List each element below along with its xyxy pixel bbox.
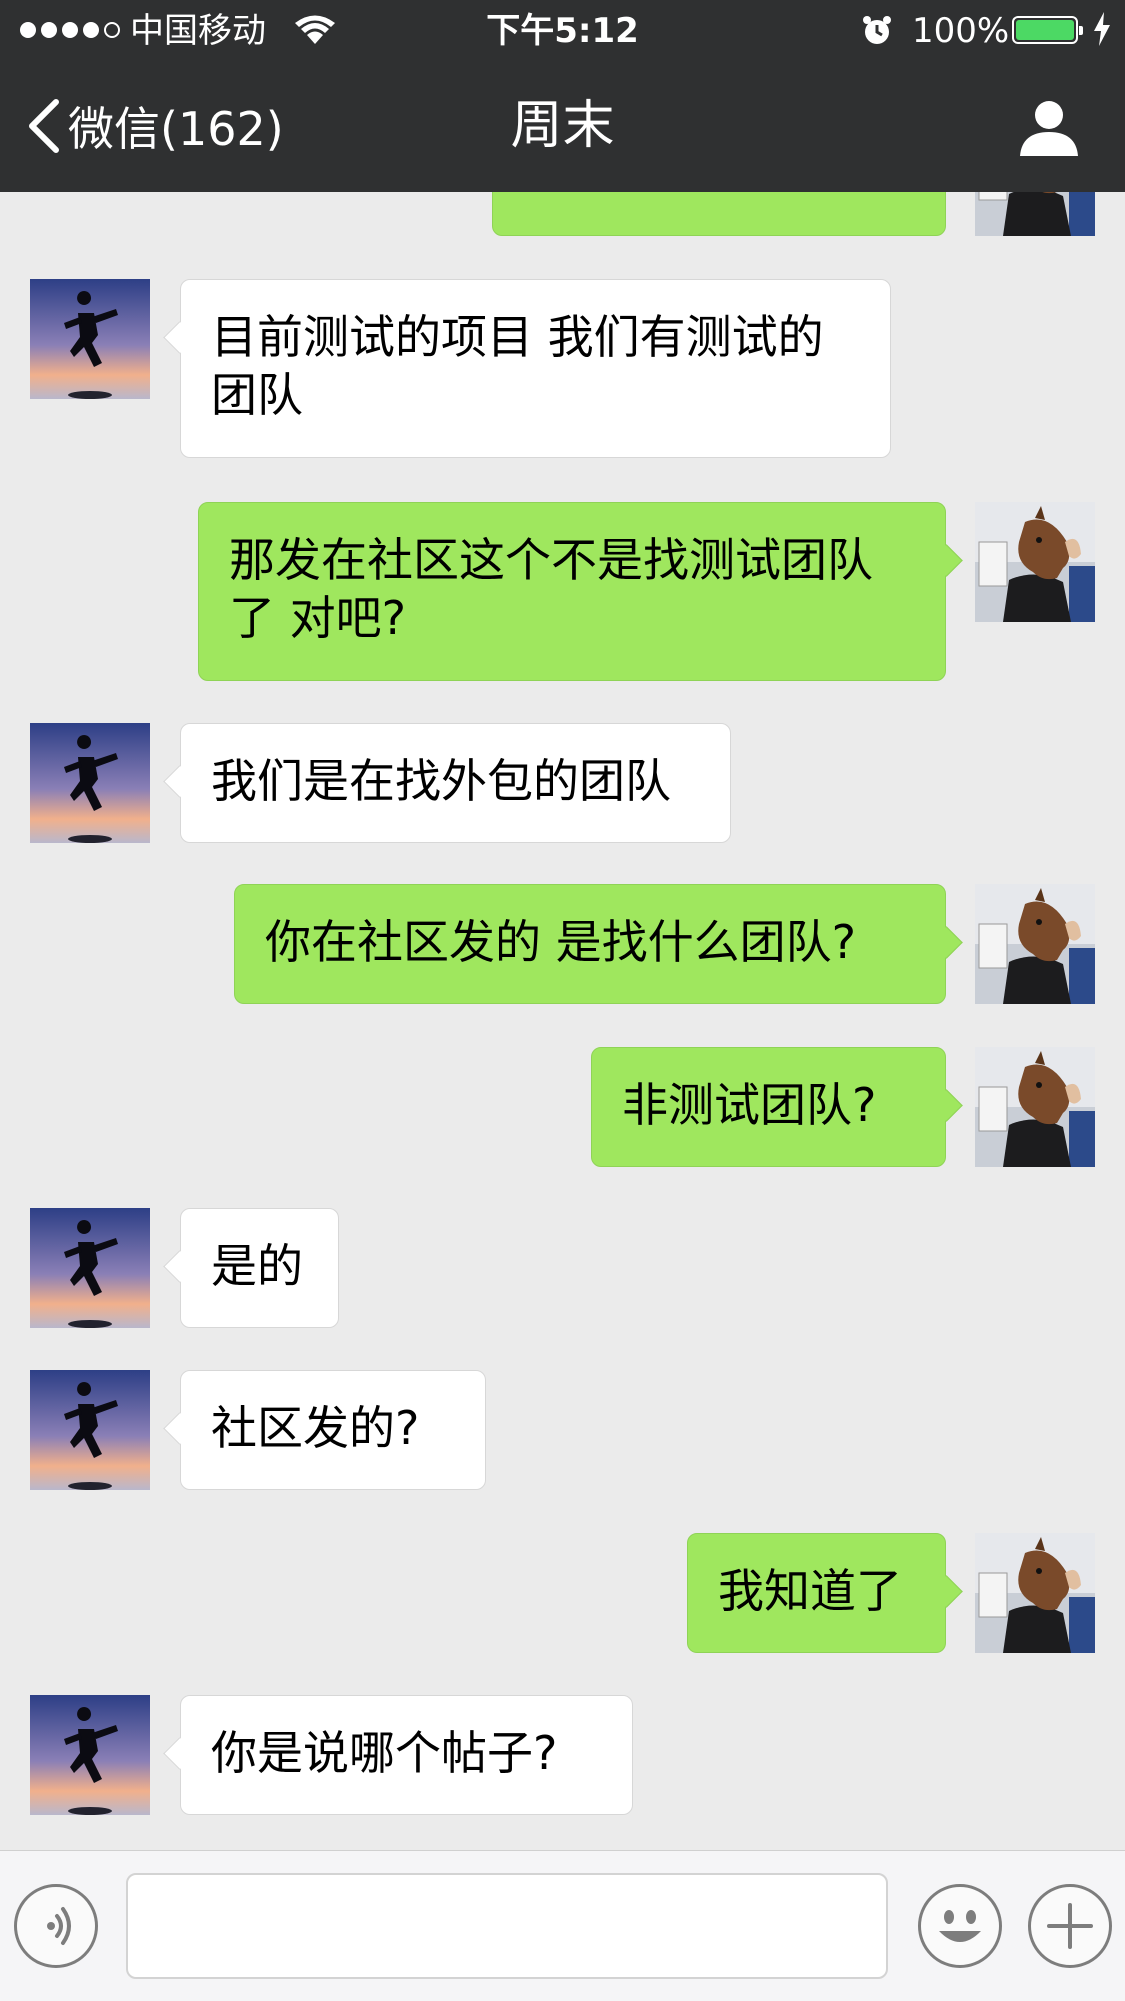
chat-area[interactable]: 我是在社区的帖子说 [0, 0, 1125, 1850]
horse-mask-avatar-icon [975, 502, 1095, 622]
message-bubble-outgoing[interactable]: 你在社区发的 是找什么团队? [234, 884, 946, 1004]
jumping-person-avatar-icon [30, 1208, 150, 1328]
message-input[interactable] [126, 1873, 888, 1979]
message-bubble-incoming[interactable]: 你是说哪个帖子? [180, 1695, 633, 1815]
person-icon [1020, 101, 1078, 156]
jumping-person-avatar-icon [30, 1370, 150, 1490]
message-bubble-incoming[interactable]: 社区发的? [180, 1370, 486, 1490]
message-bubble-outgoing[interactable]: 我知道了 [687, 1533, 946, 1653]
voice-icon [47, 1907, 71, 1945]
message-bubble-incoming[interactable]: 目前测试的项目 我们有测试的团队 [180, 279, 891, 458]
avatar-self[interactable] [975, 884, 1095, 1004]
input-bar [0, 1850, 1125, 2001]
avatar-contact[interactable] [30, 1695, 150, 1815]
avatar-self[interactable] [975, 1047, 1095, 1167]
message-bubble-incoming[interactable]: 我们是在找外包的团队 [180, 723, 731, 843]
alarm-clock-icon [863, 16, 891, 44]
charging-bolt-icon [1094, 12, 1110, 46]
jumping-person-avatar-icon [30, 723, 150, 843]
chat-title: 周末 [510, 96, 615, 156]
nav-bar: 微信(162) 周末 [0, 62, 1125, 192]
status-bar: 中国移动 下午5:12 100% [0, 0, 1125, 62]
jumping-person-avatar-icon [30, 1695, 150, 1815]
more-options-button[interactable] [1028, 1884, 1112, 1968]
battery-percent: 100% [912, 11, 1010, 51]
battery-icon [1012, 16, 1083, 44]
top-bar: 中国移动 下午5:12 100% 微信(162) 周末 [0, 0, 1125, 192]
avatar-self[interactable] [975, 502, 1095, 622]
plus-icon [1047, 1903, 1093, 1949]
message-bubble-outgoing[interactable]: 非测试团队? [591, 1047, 946, 1167]
emoji-button[interactable] [918, 1884, 1002, 1968]
avatar-contact[interactable] [30, 723, 150, 843]
chat-info-button[interactable] [1018, 96, 1080, 158]
message-bubble-incoming[interactable]: 是的 [180, 1208, 339, 1328]
avatar-contact[interactable] [30, 279, 150, 399]
message-bubble-outgoing[interactable]: 那发在社区这个不是找测试团队了 对吧? [198, 502, 946, 681]
avatar-contact[interactable] [30, 1208, 150, 1328]
voice-button[interactable] [14, 1884, 98, 1968]
jumping-person-avatar-icon [30, 279, 150, 399]
horse-mask-avatar-icon [975, 1047, 1095, 1167]
avatar-contact[interactable] [30, 1370, 150, 1490]
horse-mask-avatar-icon [975, 1533, 1095, 1653]
avatar-self[interactable] [975, 1533, 1095, 1653]
horse-mask-avatar-icon [975, 884, 1095, 1004]
emoji-icon [939, 1910, 981, 1942]
